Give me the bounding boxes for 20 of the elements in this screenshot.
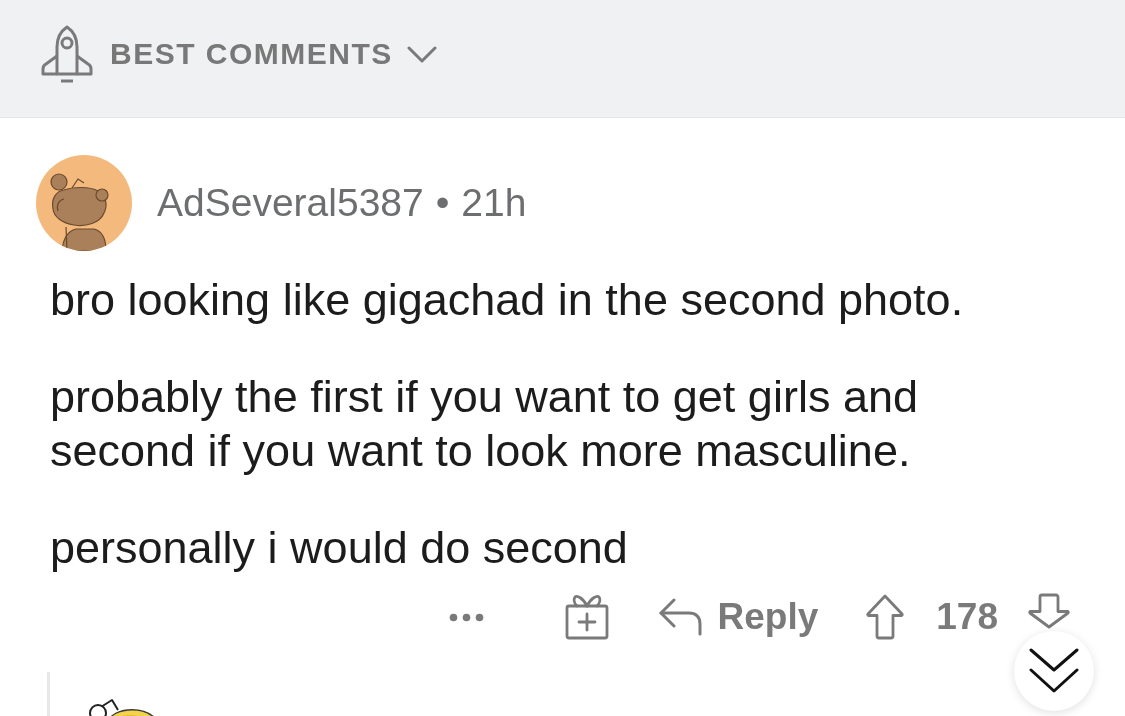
downvote-arrow-icon (1028, 593, 1070, 629)
username-link[interactable]: AdSeveral5387 (157, 181, 424, 225)
avatar-icon (36, 155, 132, 251)
sort-dropdown[interactable]: BEST COMMENTS (38, 25, 437, 83)
upvote-button[interactable] (866, 594, 905, 640)
double-chevron-down-icon (1029, 648, 1079, 694)
comment-paragraph: bro looking like gigachad in the second photo. (50, 273, 965, 327)
comment-age: 21h (461, 181, 527, 225)
reply-button[interactable]: Reply (658, 596, 819, 638)
give-award-button[interactable] (564, 594, 609, 640)
more-button[interactable] (448, 612, 484, 622)
more-icon (448, 612, 484, 622)
chevron-down-icon (406, 45, 437, 63)
upvote-arrow-icon (866, 594, 905, 640)
comment-paragraph: probably the first if you want to get girls and second if you want to look more masculine. (50, 370, 919, 478)
separator-dot: • (435, 181, 450, 225)
downvote-button[interactable] (1028, 593, 1070, 629)
comment-paragraph: personally i would do second (50, 521, 629, 575)
gift-plus-icon (564, 594, 609, 640)
vote-score: 178 (936, 596, 998, 638)
